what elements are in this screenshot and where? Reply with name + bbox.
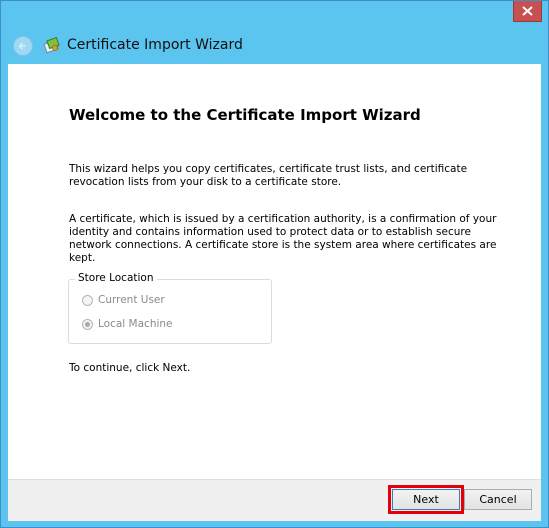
continue-instruction: To continue, click Next. [69,362,191,374]
radio-circle-current-user[interactable] [82,294,93,306]
back-arrow-icon [18,42,26,50]
description-paragraph: A certificate, which is issued by a cert… [69,213,497,264]
wizard-window: Certificate Import Wizard Welcome to the… [0,0,549,528]
close-button[interactable] [513,1,542,22]
radio-selected-dot [85,321,90,327]
radio-circle-local-machine[interactable] [82,318,93,330]
wizard-content: Welcome to the Certificate Import Wizard… [8,64,541,479]
page-heading: Welcome to the Certificate Import Wizard [69,106,421,124]
back-button[interactable] [13,36,33,56]
radio-current-user[interactable]: Current User [82,294,165,306]
title-bar: Certificate Import Wizard [1,1,548,64]
intro-paragraph: This wizard helps you copy certificates,… [69,163,468,188]
button-bar: Next Cancel [8,479,541,521]
close-icon [522,6,533,16]
cancel-button[interactable]: Cancel [464,489,532,510]
radio-label-local-machine: Local Machine [98,318,173,330]
store-location-group: Store Location Current User Local Machin… [68,272,272,344]
next-button[interactable]: Next [392,489,460,510]
radio-label-current-user: Current User [98,294,165,306]
store-location-legend: Store Location [75,272,157,284]
radio-local-machine[interactable]: Local Machine [82,318,173,330]
window-title: Certificate Import Wizard [67,37,243,53]
certificate-icon [43,36,60,54]
